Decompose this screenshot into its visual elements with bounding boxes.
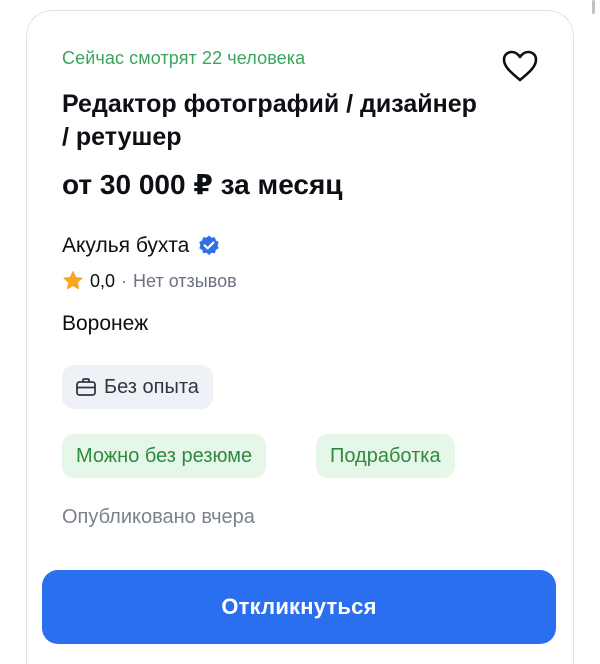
published-date: Опубликовано вчера [62, 506, 255, 528]
viewers-count-text: Сейчас смотрят 22 человека [62, 48, 306, 68]
heart-outline-icon [502, 50, 538, 82]
vacancy-title[interactable]: Редактор фотографий / дизайнер / ретушер [62, 88, 482, 154]
city-text: Воронеж [62, 312, 149, 335]
rating-separator: · [121, 270, 128, 291]
company-label: Акулья бухта [62, 234, 190, 257]
company-name[interactable]: Акулья бухта [62, 234, 221, 258]
scrollbar[interactable] [592, 0, 595, 14]
apply-button[interactable]: Откликнуться [42, 570, 556, 644]
tag-no-resume: Можно без резюме [62, 434, 267, 478]
tag-part-time: Подработка [316, 434, 455, 478]
experience-chip: Без опыта [62, 365, 213, 409]
verified-check-icon [199, 235, 219, 255]
salary-text: от 30 000 ₽ за месяц [62, 169, 343, 200]
star-icon [63, 271, 83, 290]
company-rating[interactable]: 0,0 · Нет отзывов [62, 270, 237, 292]
briefcase-icon [76, 378, 96, 396]
rating-value: 0,0 [90, 270, 116, 291]
experience-label: Без опыта [104, 375, 199, 398]
favorite-button[interactable] [500, 48, 540, 84]
reviews-count: Нет отзывов [133, 270, 237, 291]
